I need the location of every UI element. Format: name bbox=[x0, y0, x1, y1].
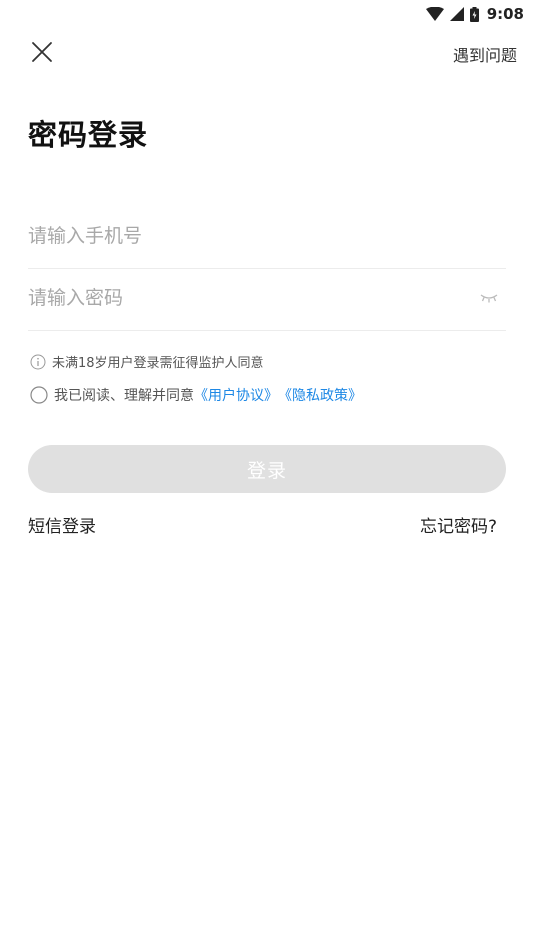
forgot-password-link[interactable]: 忘记密码? bbox=[420, 512, 497, 537]
privacy-policy-link[interactable]: 《隐私政策》 bbox=[278, 385, 362, 405]
status-icons: 9:08 bbox=[425, 5, 524, 23]
close-icon bbox=[32, 42, 52, 62]
login-button[interactable]: 登录 bbox=[28, 445, 506, 493]
age-notice: 未满18岁用户登录需征得监护人同意 bbox=[30, 352, 264, 371]
phone-input[interactable] bbox=[28, 206, 458, 266]
eye-closed-icon[interactable] bbox=[480, 292, 498, 304]
sms-login-link[interactable]: 短信登录 bbox=[28, 512, 96, 537]
age-notice-text: 未满18岁用户登录需征得监护人同意 bbox=[52, 356, 264, 371]
close-button[interactable] bbox=[30, 40, 54, 64]
wifi-icon bbox=[425, 7, 444, 21]
status-time: 9:08 bbox=[486, 5, 524, 23]
signal-icon bbox=[449, 7, 464, 21]
status-bar: 9:08 bbox=[0, 0, 534, 28]
agreement-checkbox[interactable] bbox=[30, 386, 48, 404]
user-agreement-link[interactable]: 《用户协议》 bbox=[194, 385, 278, 405]
info-icon bbox=[30, 354, 46, 369]
help-link[interactable]: 遇到问题 bbox=[453, 42, 517, 66]
battery-charging-icon bbox=[469, 6, 479, 22]
agreement-row: 我已阅读、理解并同意 《用户协议》 《隐私政策》 bbox=[30, 385, 362, 405]
password-field bbox=[28, 268, 506, 331]
agreement-text: 我已阅读、理解并同意 bbox=[54, 388, 194, 404]
password-input[interactable] bbox=[28, 268, 458, 328]
phone-field bbox=[28, 206, 506, 269]
page-title: 密码登录 bbox=[28, 118, 149, 152]
